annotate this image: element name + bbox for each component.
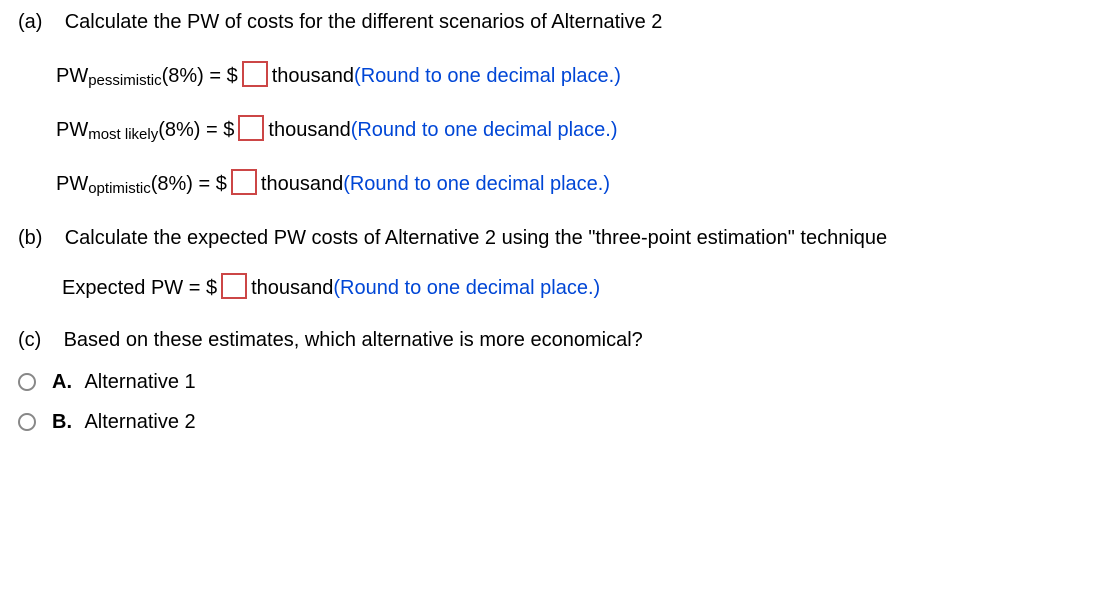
option-a-text: Alternative 1 bbox=[84, 371, 195, 393]
unit-text: thousand bbox=[268, 116, 350, 144]
pw-subscript: most likely bbox=[88, 124, 158, 145]
pw-prefix: PW bbox=[56, 62, 88, 90]
part-a-section: (a) Calculate the PW of costs for the di… bbox=[18, 8, 1100, 198]
options-group: A. Alternative 1 B. Alternative 2 bbox=[18, 368, 1100, 436]
pw-pessimistic-input[interactable] bbox=[242, 61, 268, 87]
pw-subscript: optimistic bbox=[88, 178, 151, 199]
part-b-question: Calculate the expected PW costs of Alter… bbox=[65, 227, 887, 249]
pw-pessimistic-row: PW pessimistic (8%) = $ thousand (Round … bbox=[56, 62, 1100, 90]
pw-prefix: PW bbox=[56, 116, 88, 144]
rounding-hint: (Round to one decimal place.) bbox=[343, 170, 610, 198]
rounding-hint: (Round to one decimal place.) bbox=[351, 116, 618, 144]
pw-rate: (8%) = $ bbox=[158, 116, 234, 144]
unit-text: thousand bbox=[272, 62, 354, 90]
unit-text: thousand bbox=[261, 170, 343, 198]
option-a-radio[interactable] bbox=[18, 373, 36, 391]
rounding-hint: (Round to one decimal place.) bbox=[333, 274, 600, 302]
pw-subscript: pessimistic bbox=[88, 70, 161, 91]
part-a-label: (a) bbox=[18, 11, 42, 33]
pw-mostlikely-input[interactable] bbox=[238, 115, 264, 141]
pw-optimistic-row: PW optimistic (8%) = $ thousand (Round t… bbox=[56, 170, 1100, 198]
part-b-label: (b) bbox=[18, 227, 42, 249]
part-a-question: Calculate the PW of costs for the differ… bbox=[65, 11, 663, 33]
option-a-letter: A. bbox=[52, 371, 72, 393]
option-b-radio[interactable] bbox=[18, 413, 36, 431]
pw-prefix: PW bbox=[56, 170, 88, 198]
pw-mostlikely-row: PW most likely (8%) = $ thousand (Round … bbox=[56, 116, 1100, 144]
pw-rate: (8%) = $ bbox=[162, 62, 238, 90]
expected-pw-input[interactable] bbox=[221, 273, 247, 299]
expected-pw-row: Expected PW = $ thousand (Round to one d… bbox=[62, 274, 1100, 302]
part-b-section: (b) Calculate the expected PW costs of A… bbox=[18, 224, 1100, 302]
option-b-row: B. Alternative 2 bbox=[18, 408, 1100, 436]
rounding-hint: (Round to one decimal place.) bbox=[354, 62, 621, 90]
expected-pw-prefix: Expected PW = $ bbox=[62, 274, 217, 302]
option-a-row: A. Alternative 1 bbox=[18, 368, 1100, 396]
part-c-question: Based on these estimates, which alternat… bbox=[64, 329, 643, 351]
part-c-label: (c) bbox=[18, 329, 41, 351]
unit-text: thousand bbox=[251, 274, 333, 302]
option-b-letter: B. bbox=[52, 411, 72, 433]
option-b-text: Alternative 2 bbox=[84, 411, 195, 433]
pw-rate: (8%) = $ bbox=[151, 170, 227, 198]
pw-optimistic-input[interactable] bbox=[231, 169, 257, 195]
part-c-section: (c) Based on these estimates, which alte… bbox=[18, 326, 1100, 436]
